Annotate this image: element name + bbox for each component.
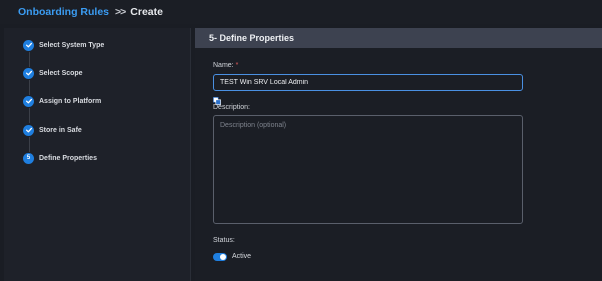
breadcrumb: Onboarding Rules >> Create bbox=[0, 0, 602, 24]
copy-icon[interactable] bbox=[213, 92, 221, 105]
check-icon bbox=[23, 95, 34, 107]
step-connector bbox=[28, 52, 30, 67]
status-toggle-label: Active bbox=[232, 253, 252, 260]
description-label: Description: bbox=[213, 104, 250, 111]
step-select-system-type[interactable]: Select System Type bbox=[23, 38, 104, 52]
step-connector bbox=[28, 108, 30, 123]
check-icon bbox=[23, 124, 34, 136]
breadcrumb-current: Create bbox=[130, 6, 163, 18]
name-field[interactable] bbox=[213, 74, 523, 91]
check-icon bbox=[23, 39, 34, 51]
step-connector bbox=[28, 137, 30, 152]
step-label: Store in Safe bbox=[39, 126, 82, 134]
wizard-steps-sidebar: Select System Type Select Scope Assign t… bbox=[4, 28, 191, 281]
status-label: Status: bbox=[213, 237, 235, 244]
step-define-properties[interactable]: 5 Define Properties bbox=[23, 151, 97, 165]
step-label: Assign to Platform bbox=[39, 97, 102, 105]
check-icon bbox=[23, 67, 34, 79]
step-assign-to-platform[interactable]: Assign to Platform bbox=[23, 94, 101, 108]
step-label: Select Scope bbox=[39, 69, 83, 77]
step-label: Select System Type bbox=[39, 41, 105, 49]
step-store-in-safe[interactable]: Store in Safe bbox=[23, 123, 82, 137]
toggle-knob bbox=[220, 254, 226, 260]
breadcrumb-onboarding-rules-link[interactable]: Onboarding Rules bbox=[18, 6, 109, 18]
step-label: Define Properties bbox=[39, 154, 97, 162]
breadcrumb-separator: >> bbox=[115, 6, 126, 18]
status-toggle[interactable] bbox=[213, 253, 227, 261]
step-connector bbox=[28, 80, 30, 95]
panel-title: 5- Define Properties bbox=[195, 28, 602, 48]
required-marker: * bbox=[235, 62, 239, 69]
define-properties-form: Name:* Description: Status: Active bbox=[195, 48, 602, 281]
description-field[interactable] bbox=[213, 115, 523, 224]
name-label: Name: * bbox=[213, 62, 239, 69]
step-select-scope[interactable]: Select Scope bbox=[23, 66, 83, 80]
step-number-badge: 5 bbox=[23, 152, 34, 164]
